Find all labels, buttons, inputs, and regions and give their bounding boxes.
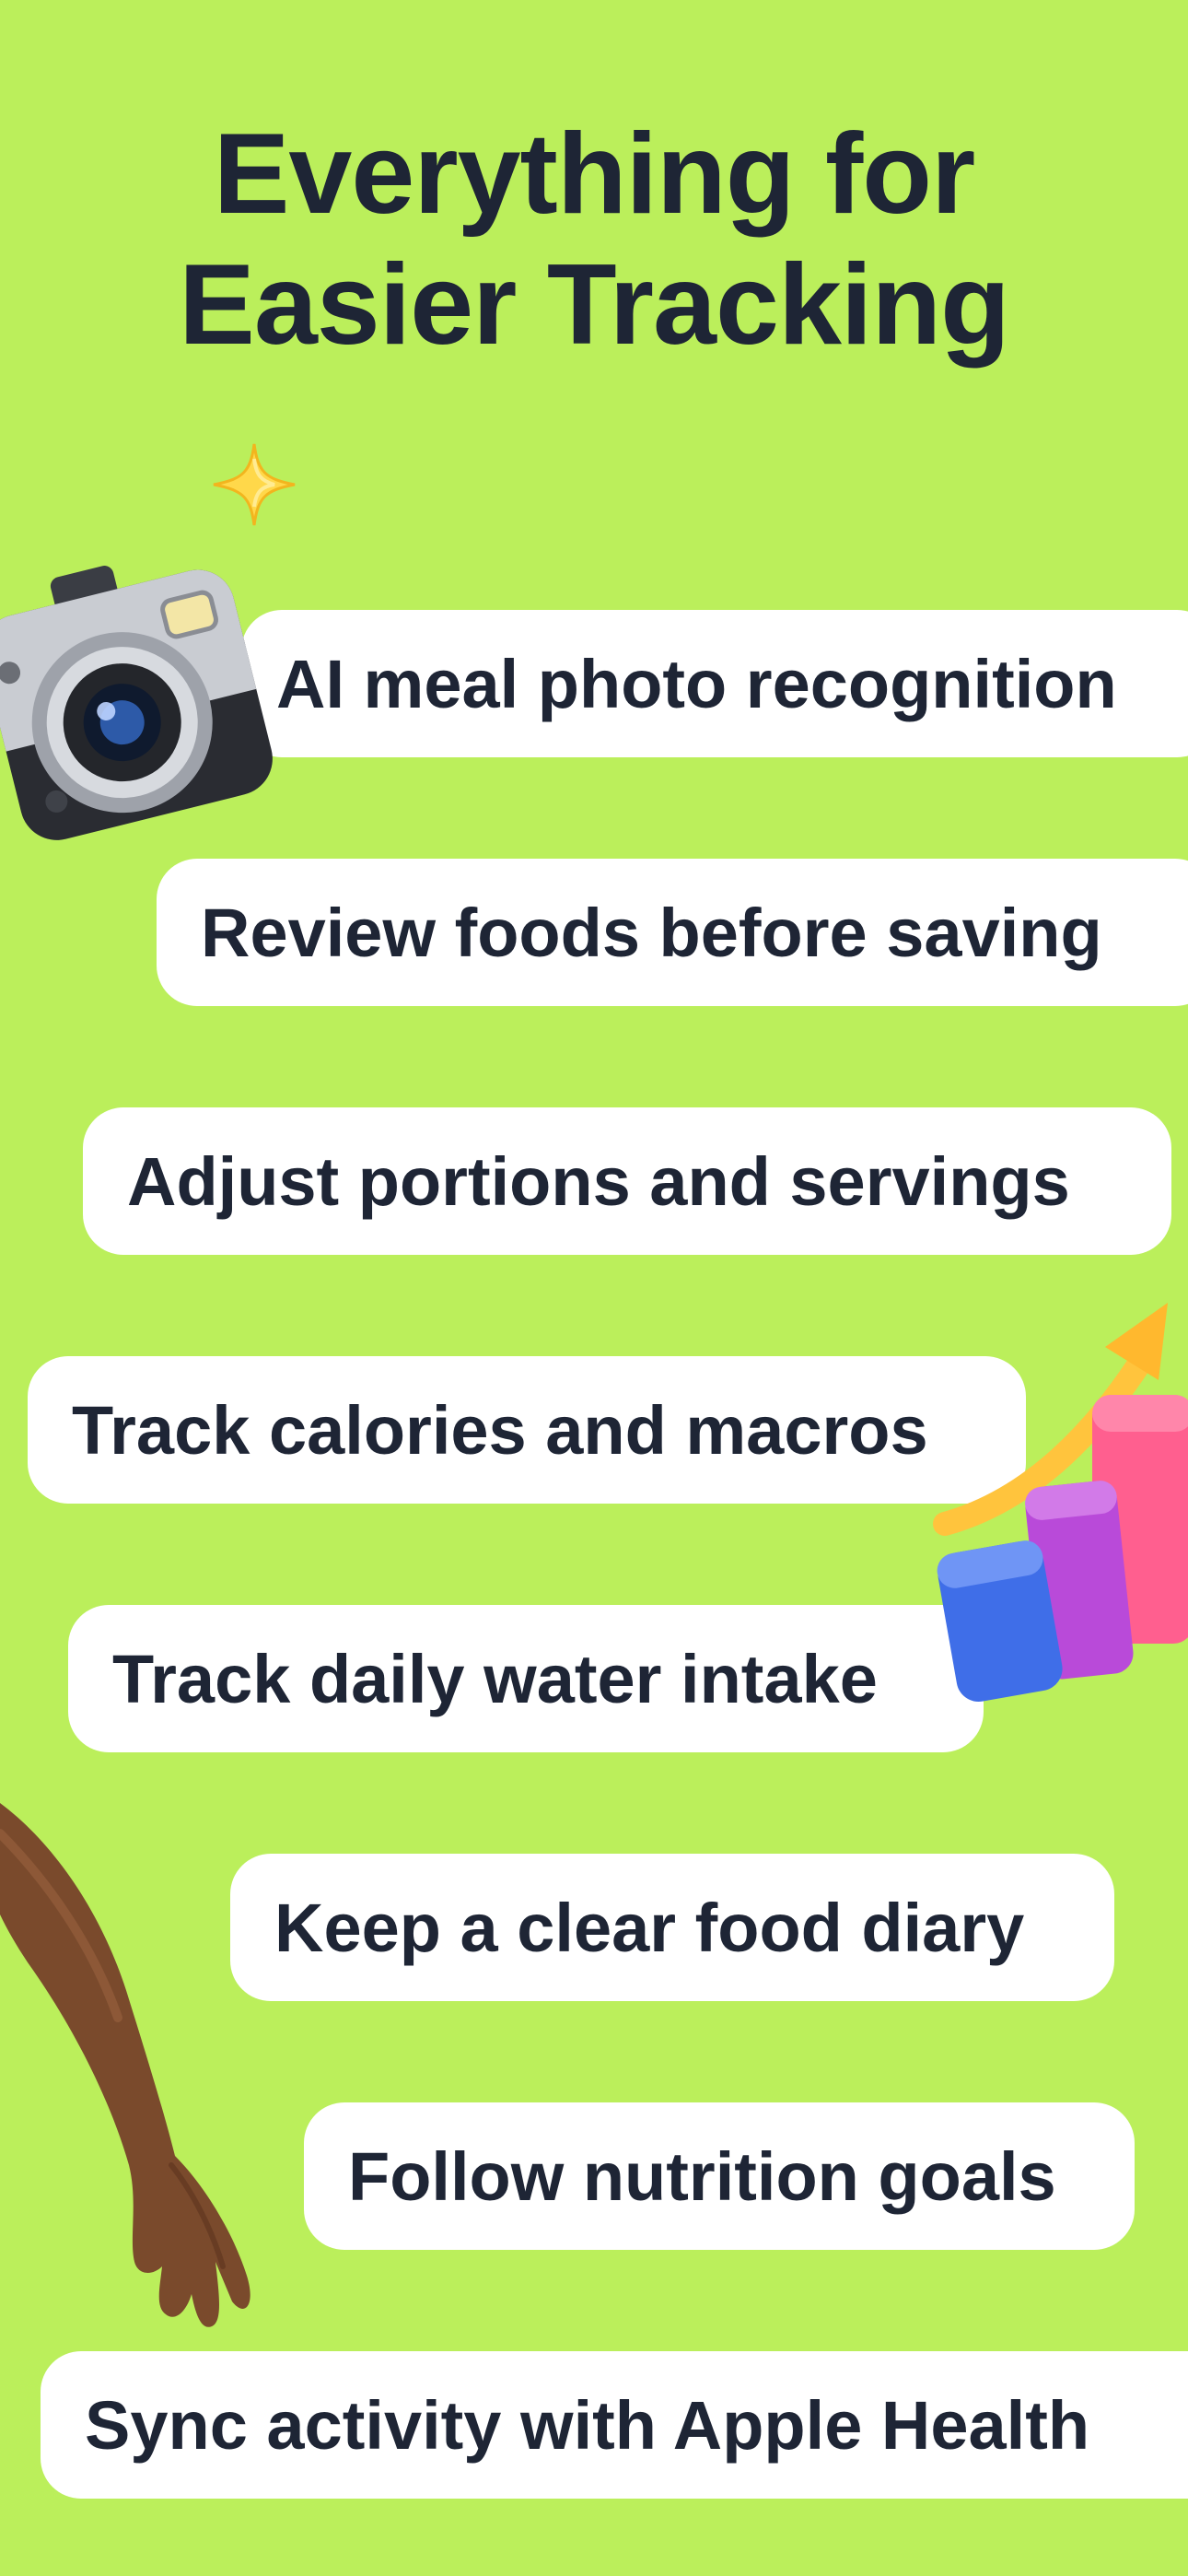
- title-line-1: Everything for: [213, 111, 976, 238]
- arm-illustration: [0, 1803, 250, 2327]
- growth-chart-icon: [933, 1303, 1188, 1703]
- feature-pill-track-calories: Track calories and macros: [28, 1356, 1026, 1504]
- camera-icon: [0, 566, 273, 840]
- feature-label: Keep a clear food diary: [274, 1889, 1025, 1966]
- feature-pill-nutrition-goals: Follow nutrition goals: [304, 2102, 1135, 2250]
- feature-pill-photo-recognition: AI meal photo recognition: [241, 610, 1188, 757]
- title-line-2: Easier Tracking: [179, 241, 1010, 369]
- sparkle-icon: [213, 443, 296, 526]
- feature-screen: Everything for Easier Tracking AI meal p…: [0, 0, 1188, 2576]
- feature-label: Track calories and macros: [72, 1391, 928, 1469]
- feature-label: Track daily water intake: [112, 1640, 878, 1717]
- feature-label: AI meal photo recognition: [276, 645, 1117, 722]
- feature-pill-food-diary: Keep a clear food diary: [230, 1854, 1114, 2001]
- page-title: Everything for Easier Tracking: [0, 109, 1188, 370]
- feature-pill-apple-health: Sync activity with Apple Health: [41, 2351, 1188, 2499]
- feature-label: Follow nutrition goals: [348, 2137, 1056, 2215]
- feature-label: Sync activity with Apple Health: [85, 2386, 1090, 2464]
- feature-label: Adjust portions and servings: [127, 1142, 1070, 1220]
- feature-pill-water-intake: Track daily water intake: [68, 1605, 984, 1752]
- feature-label: Review foods before saving: [201, 894, 1102, 971]
- feature-pill-adjust-portions: Adjust portions and servings: [83, 1107, 1171, 1255]
- feature-pill-review-foods: Review foods before saving: [157, 859, 1188, 1006]
